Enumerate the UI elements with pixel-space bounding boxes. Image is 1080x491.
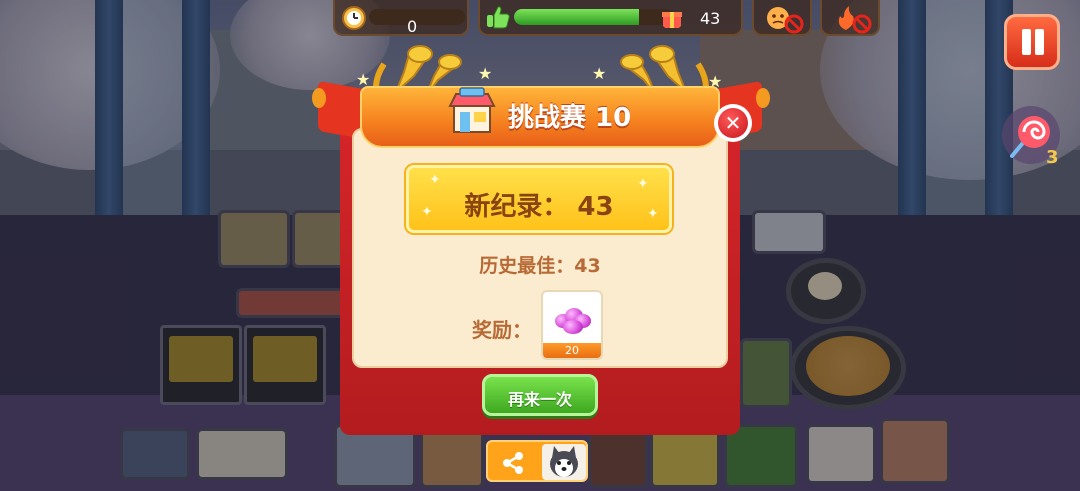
- fire-icon: [838, 6, 872, 34]
- husky-mascot: [542, 444, 586, 480]
- reward-item: 20: [541, 290, 603, 360]
- satisfaction-bar: [514, 9, 674, 25]
- alarm-clock-icon: [342, 6, 366, 30]
- reward-count: 20: [543, 343, 601, 358]
- satisfaction-bar-fill: [514, 9, 639, 25]
- retry-button[interactable]: 再来一次: [482, 374, 598, 416]
- banner-roll: [756, 88, 770, 108]
- timer-panel: 0: [333, 0, 469, 36]
- satisfaction-value: 43: [700, 9, 721, 28]
- banner-roll: [312, 88, 326, 108]
- angry-customer-indicator: [752, 0, 812, 36]
- husky-icon: [550, 446, 578, 477]
- share-icon: [503, 452, 523, 474]
- share-button[interactable]: [486, 440, 588, 482]
- new-record-text: 新纪录： 43: [464, 192, 614, 222]
- gift-icon: [662, 12, 682, 28]
- timer-value: 0: [407, 17, 418, 36]
- retry-button-label: 再来一次: [507, 390, 572, 409]
- star-icon: ★: [592, 64, 607, 83]
- reward-label: 奖励：: [472, 318, 532, 342]
- dialog-title: 挑战赛 10: [508, 103, 632, 133]
- close-icon: ✕: [718, 108, 748, 138]
- thumbs-up-icon: [487, 6, 510, 29]
- best-score-text: 历史最佳：43: [479, 255, 601, 277]
- angry-face-icon: [767, 7, 804, 34]
- close-button[interactable]: ✕: [714, 104, 752, 142]
- shop-icon: [448, 87, 496, 133]
- satisfaction-panel: 43: [478, 0, 743, 36]
- pause-button[interactable]: [1004, 14, 1060, 70]
- dialog-content-panel: [352, 128, 728, 368]
- burnt-food-indicator: [820, 0, 880, 36]
- lollipop-count: 3: [1046, 147, 1059, 168]
- star-icon: ★: [478, 64, 493, 83]
- new-record-box: ✦ ✦ ✦ ✦ 新纪录： 43: [406, 165, 672, 233]
